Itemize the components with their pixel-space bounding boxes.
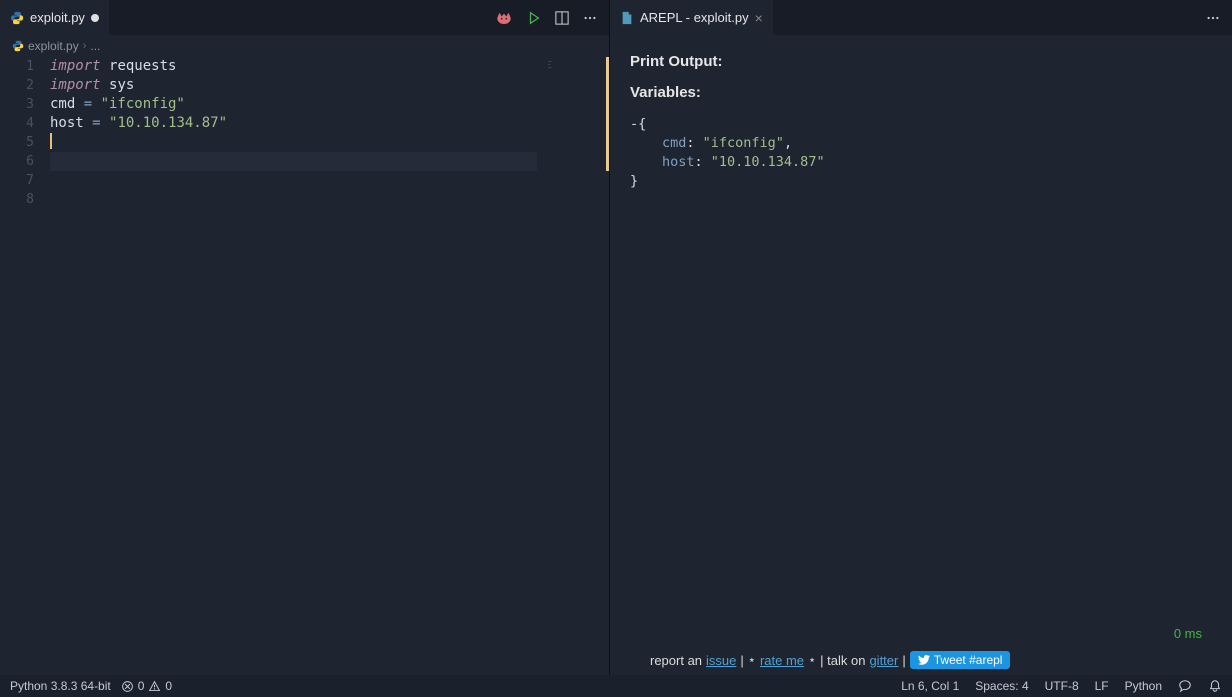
preview-file-icon (620, 11, 634, 25)
collapse-toggle-icon[interactable]: - (630, 116, 638, 132)
line-number-gutter: 12345678 (0, 57, 50, 675)
split-editor-icon[interactable] (555, 11, 569, 25)
code-line[interactable] (50, 133, 609, 152)
gitter-link[interactable]: gitter (869, 653, 898, 668)
arepl-tab[interactable]: AREPL - exploit.py × (610, 0, 773, 35)
more-actions-icon[interactable] (583, 11, 597, 25)
footer-text: report an (650, 653, 702, 668)
tab-title: AREPL - exploit.py (640, 10, 749, 25)
breadcrumb-rest: ... (90, 39, 100, 53)
warning-icon (148, 680, 161, 693)
dirty-indicator-icon (91, 14, 99, 22)
rate-link[interactable]: rate me (760, 653, 804, 668)
editor-actions (495, 11, 609, 25)
main-area: exploit.py exp (0, 0, 1232, 675)
print-output-heading: Print Output: (630, 53, 1212, 70)
arepl-footer: report an issue | ⋆ rate me ⋆ | talk on … (630, 645, 1212, 675)
line-number: 3 (0, 95, 34, 114)
run-icon[interactable] (527, 11, 541, 25)
chevron-right-icon: › (83, 40, 87, 52)
var-cmd-value: "ifconfig" (703, 135, 784, 151)
more-actions-icon[interactable] (1206, 11, 1220, 25)
line-number: 4 (0, 114, 34, 133)
breadcrumb[interactable]: exploit.py › ... (0, 35, 609, 57)
code-line[interactable]: host = "10.10.134.87" (50, 114, 609, 133)
footer-sep: | (740, 653, 743, 668)
code-line[interactable]: import sys (50, 76, 609, 95)
execution-time: 0 ms (630, 626, 1212, 641)
status-encoding[interactable]: UTF-8 (1045, 679, 1079, 693)
code-content[interactable]: import requestsimport syscmd = "ifconfig… (50, 57, 609, 675)
arepl-pane: AREPL - exploit.py × Print Output: Varia… (610, 0, 1232, 675)
arepl-body: Print Output: Variables: -{ cmd: "ifconf… (610, 35, 1232, 675)
arepl-actions (1206, 11, 1232, 25)
status-language[interactable]: Python (1125, 679, 1162, 693)
editor-tab-exploit[interactable]: exploit.py (0, 0, 109, 35)
error-icon (121, 680, 134, 693)
line-number: 2 (0, 76, 34, 95)
breadcrumb-file: exploit.py (28, 39, 79, 53)
status-bar: Python 3.8.3 64-bit 0 0 Ln 6, Col 1 Spac… (0, 675, 1232, 697)
tweet-label: Tweet #arepl (934, 653, 1003, 667)
line-number: 1 (0, 57, 34, 76)
tab-bar-right: AREPL - exploit.py × (610, 0, 1232, 35)
arepl-cat-icon[interactable] (495, 11, 513, 25)
footer-sep: | (902, 653, 905, 668)
text-cursor (50, 133, 52, 149)
star-icon: ⋆ (808, 652, 816, 668)
tab-bar-left: exploit.py (0, 0, 609, 35)
line-number: 5 (0, 133, 34, 152)
star-icon: ⋆ (748, 652, 756, 668)
status-eol[interactable]: LF (1095, 679, 1109, 693)
code-line[interactable]: import requests (50, 57, 609, 76)
python-file-icon (12, 40, 24, 52)
status-notifications-icon[interactable] (1208, 679, 1222, 693)
status-cursor-position[interactable]: Ln 6, Col 1 (901, 679, 959, 693)
tab-title: exploit.py (30, 10, 85, 25)
warning-count: 0 (165, 679, 172, 693)
line-number: 7 (0, 171, 34, 190)
tweet-button[interactable]: Tweet #arepl (910, 651, 1011, 669)
variables-tree[interactable]: -{ cmd: "ifconfig", host: "10.10.134.87"… (630, 115, 1212, 191)
status-python-interpreter[interactable]: Python 3.8.3 64-bit (10, 679, 111, 693)
line-number: 8 (0, 190, 34, 209)
python-file-icon (10, 11, 24, 25)
close-icon[interactable]: × (755, 10, 763, 26)
status-feedback-icon[interactable] (1178, 679, 1192, 693)
line-number: 6 (0, 152, 34, 171)
report-issue-link[interactable]: issue (706, 653, 736, 668)
footer-sep: | talk on (820, 653, 865, 668)
editor-pane: exploit.py exp (0, 0, 610, 675)
var-host-value: "10.10.134.87" (711, 154, 825, 170)
code-editor[interactable]: 12345678 import requestsimport syscmd = … (0, 57, 609, 675)
status-problems[interactable]: 0 0 (121, 679, 172, 693)
status-indentation[interactable]: Spaces: 4 (975, 679, 1028, 693)
variables-heading: Variables: (630, 84, 1212, 101)
error-count: 0 (138, 679, 145, 693)
code-line[interactable]: cmd = "ifconfig" (50, 95, 609, 114)
twitter-icon (918, 655, 930, 665)
